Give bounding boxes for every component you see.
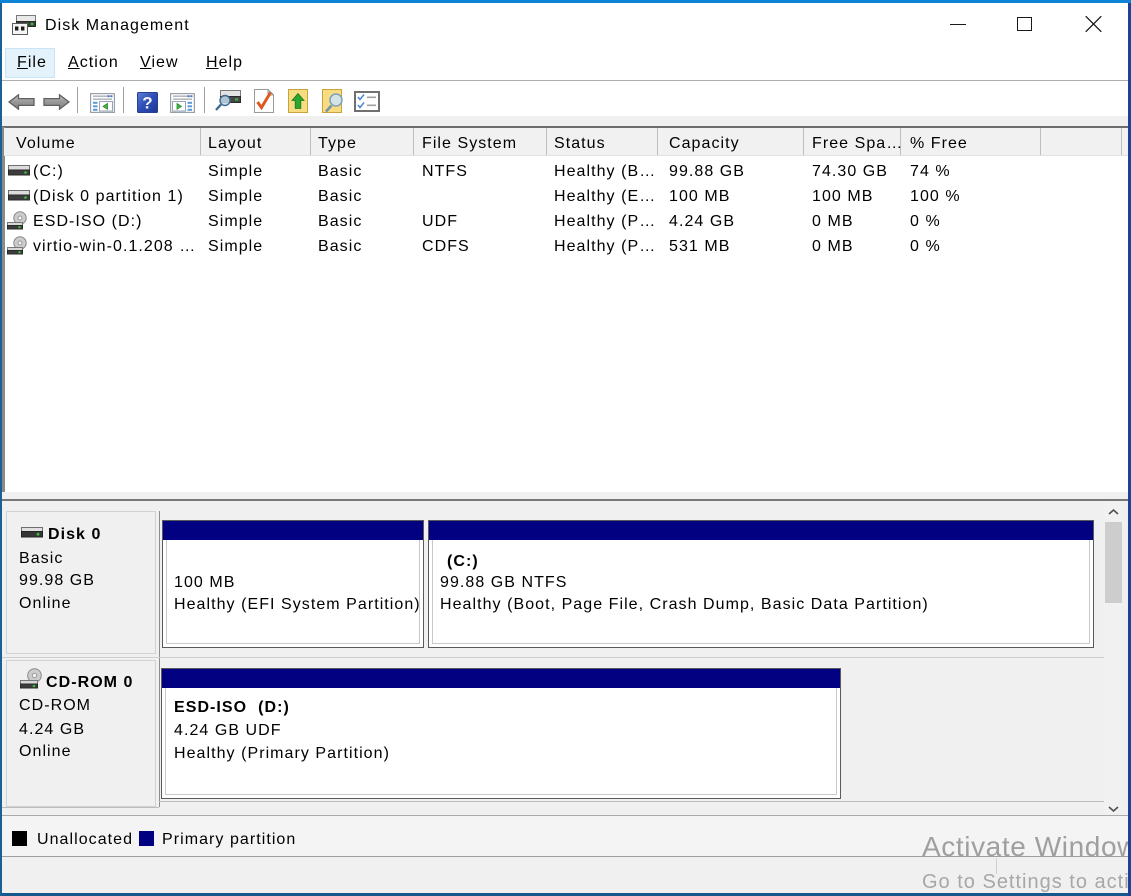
svg-text:?: ? <box>142 94 152 113</box>
